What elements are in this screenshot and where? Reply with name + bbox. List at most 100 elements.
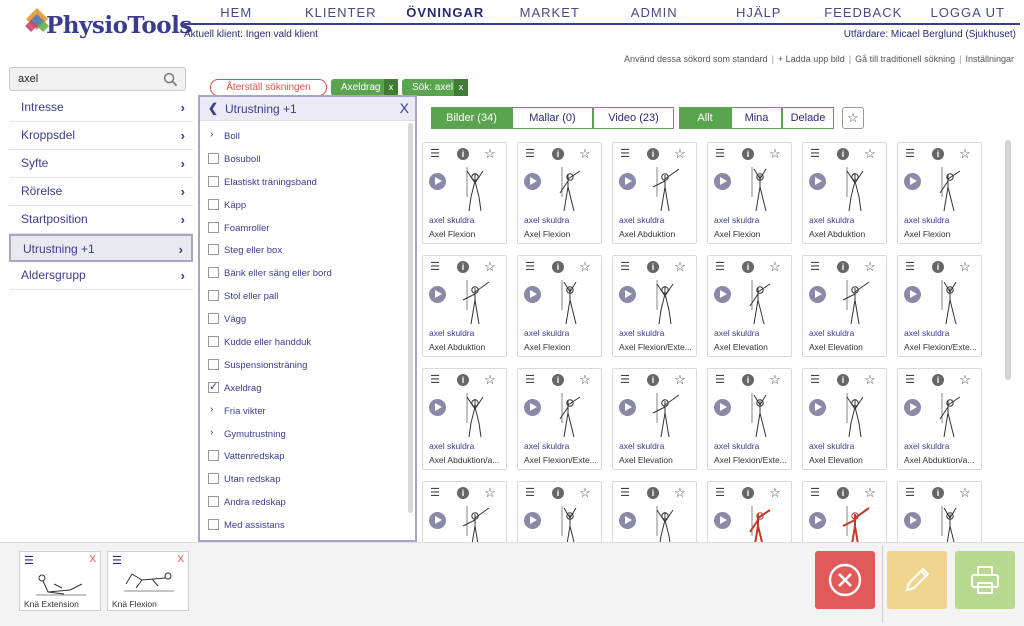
star-icon[interactable]: ☆ <box>578 147 592 161</box>
hamburger-icon[interactable]: ☰ <box>808 373 822 387</box>
remove-exercise-button[interactable]: X <box>89 554 96 565</box>
filter-category-item[interactable]: Syfte › <box>9 150 193 178</box>
play-icon[interactable] <box>429 173 446 190</box>
remove-tag-button[interactable]: x <box>384 79 398 96</box>
exercise-card[interactable]: ☰ i ☆ <box>802 481 887 542</box>
search-icon[interactable] <box>163 72 178 87</box>
equipment-checkbox[interactable] <box>208 519 219 531</box>
tab-delade[interactable]: Delade <box>782 107 834 129</box>
star-icon[interactable]: ☆ <box>958 486 972 500</box>
play-icon[interactable] <box>809 512 826 529</box>
hamburger-icon[interactable]: ☰ <box>903 373 917 387</box>
star-icon[interactable]: ☆ <box>483 147 497 161</box>
equipment-option[interactable]: Käpp <box>206 194 402 217</box>
hamburger-icon[interactable]: ☰ <box>713 373 727 387</box>
exercise-card[interactable]: ☰ i ☆ axel skuldra Axel Flexion/Exte... <box>517 368 602 470</box>
star-icon[interactable]: ☆ <box>863 147 877 161</box>
exercise-card[interactable]: ☰ i ☆ axel skuldra Axel Flexion/Exte... <box>612 255 697 357</box>
info-icon[interactable]: i <box>741 373 755 387</box>
filter-category-item[interactable]: Aldersgrupp › <box>9 262 193 290</box>
toolbar-link[interactable]: + Ladda upp bild <box>778 54 845 64</box>
play-icon[interactable] <box>429 286 446 303</box>
play-icon[interactable] <box>904 173 921 190</box>
equipment-option[interactable]: Axeldrag <box>206 377 402 400</box>
hamburger-icon[interactable]: ☰ <box>24 554 34 567</box>
hamburger-icon[interactable]: ☰ <box>808 260 822 274</box>
edit-program-button[interactable] <box>887 551 947 609</box>
hamburger-icon[interactable]: ☰ <box>713 486 727 500</box>
exercise-card[interactable]: ☰ i ☆ axel skuldra Axel Abduktion/a... <box>897 368 982 470</box>
hamburger-icon[interactable]: ☰ <box>808 486 822 500</box>
exercise-card[interactable]: ☰ i ☆ axel skuldra Axel Flexion/Exte... <box>707 368 792 470</box>
exercise-card[interactable]: ☰ i ☆ axel skuldra Axel Flexion <box>517 255 602 357</box>
filter-category-item[interactable]: Intresse › <box>9 94 193 122</box>
equipment-checkbox[interactable] <box>208 198 219 210</box>
exercise-card[interactable]: ☰ i ☆ axel skuldra Axel Flexion <box>422 142 507 244</box>
equipment-option[interactable]: Foamroller <box>206 217 402 240</box>
play-icon[interactable] <box>809 173 826 190</box>
star-icon[interactable]: ☆ <box>768 486 782 500</box>
play-icon[interactable] <box>809 399 826 416</box>
chevron-right-icon[interactable]: › <box>210 129 213 140</box>
info-icon[interactable]: i <box>741 147 755 161</box>
play-icon[interactable] <box>619 399 636 416</box>
hamburger-icon[interactable]: ☰ <box>523 260 537 274</box>
reset-search-button[interactable]: Återställ sökningen <box>210 79 327 96</box>
equipment-option[interactable]: › Gymutrustning <box>206 423 402 446</box>
tab-bilder-34[interactable]: Bilder (34) <box>431 107 512 129</box>
hamburger-icon[interactable]: ☰ <box>713 260 727 274</box>
equipment-option[interactable]: Utan redskap <box>206 468 402 491</box>
info-icon[interactable]: i <box>646 260 660 274</box>
play-icon[interactable] <box>714 173 731 190</box>
info-icon[interactable]: i <box>551 260 565 274</box>
equipment-option[interactable]: Med assistans <box>206 514 402 537</box>
play-icon[interactable] <box>714 399 731 416</box>
hamburger-icon[interactable]: ☰ <box>903 260 917 274</box>
nav-klienter[interactable]: KLIENTER <box>289 0 394 23</box>
star-icon[interactable]: ☆ <box>863 260 877 274</box>
hamburger-icon[interactable]: ☰ <box>903 486 917 500</box>
play-icon[interactable] <box>524 512 541 529</box>
exercise-card[interactable]: ☰ i ☆ <box>422 481 507 542</box>
star-icon[interactable]: ☆ <box>673 486 687 500</box>
star-icon[interactable]: ☆ <box>673 373 687 387</box>
exercise-card[interactable]: ☰ i ☆ <box>517 481 602 542</box>
nav-hjälp[interactable]: HJÄLP <box>707 0 812 23</box>
toolbar-link[interactable]: Inställningar <box>965 54 1014 64</box>
chevron-right-icon[interactable]: › <box>210 427 213 438</box>
info-icon[interactable]: i <box>931 147 945 161</box>
remove-exercise-button[interactable]: X <box>177 554 184 565</box>
play-icon[interactable] <box>904 286 921 303</box>
play-icon[interactable] <box>429 399 446 416</box>
play-icon[interactable] <box>524 399 541 416</box>
grid-scrollbar[interactable] <box>1005 140 1011 380</box>
equipment-option[interactable]: Vattenredskap <box>206 445 402 468</box>
equipment-checkbox[interactable] <box>208 496 219 508</box>
equipment-checkbox[interactable] <box>208 244 219 256</box>
star-icon[interactable]: ☆ <box>958 260 972 274</box>
play-icon[interactable] <box>524 173 541 190</box>
equipment-option[interactable]: Steg eller box <box>206 239 402 262</box>
star-icon[interactable]: ☆ <box>483 486 497 500</box>
play-icon[interactable] <box>904 399 921 416</box>
hamburger-icon[interactable]: ☰ <box>428 147 442 161</box>
equipment-option[interactable]: Elastiskt träningsband <box>206 171 402 194</box>
info-icon[interactable]: i <box>456 373 470 387</box>
play-icon[interactable] <box>524 286 541 303</box>
equipment-option[interactable]: Suspensionsträning <box>206 354 402 377</box>
info-icon[interactable]: i <box>646 147 660 161</box>
hamburger-icon[interactable]: ☰ <box>903 147 917 161</box>
info-icon[interactable]: i <box>551 486 565 500</box>
print-program-button[interactable] <box>955 551 1015 609</box>
info-icon[interactable]: i <box>741 486 755 500</box>
equipment-checkbox[interactable] <box>208 336 219 348</box>
nav-övningar[interactable]: ÖVNINGAR <box>393 0 498 23</box>
clear-program-button[interactable] <box>815 551 875 609</box>
tray-exercise-card[interactable]: ☰ X Knä Extension <box>19 551 101 611</box>
equipment-option[interactable]: Kudde eller handduk <box>206 331 402 354</box>
info-icon[interactable]: i <box>741 260 755 274</box>
play-icon[interactable] <box>619 286 636 303</box>
info-icon[interactable]: i <box>836 373 850 387</box>
exercise-card[interactable]: ☰ i ☆ axel skuldra Axel Flexion <box>897 142 982 244</box>
star-icon[interactable]: ☆ <box>768 147 782 161</box>
